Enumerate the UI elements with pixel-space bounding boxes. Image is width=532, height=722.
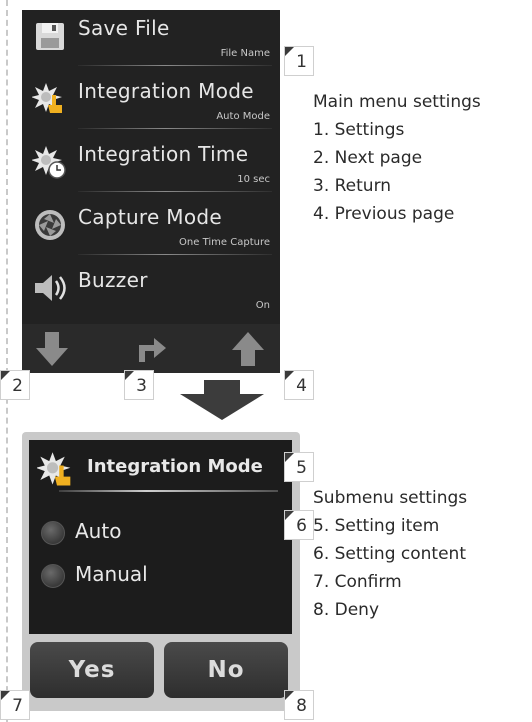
menu-item-buzzer[interactable]: Buzzer On xyxy=(22,262,280,325)
menu-item-integration-time[interactable]: Integration Time 10 sec xyxy=(22,136,280,199)
starburst-clock-icon xyxy=(32,146,66,179)
speaker-icon xyxy=(35,275,66,301)
menu-item-title: Integration Time xyxy=(78,142,249,166)
menu-item-integration-mode[interactable]: Integration Mode Auto Mode xyxy=(22,73,280,136)
submenu-title: Integration Mode xyxy=(87,456,263,477)
description-line: 3. Return xyxy=(313,176,392,196)
return-arrow-icon[interactable] xyxy=(132,330,172,368)
description-line: 4. Previous page xyxy=(313,204,455,224)
radio-button[interactable] xyxy=(41,521,65,545)
description-line: 8. Deny xyxy=(313,600,380,620)
no-button[interactable]: No xyxy=(164,642,288,698)
description-heading: Main menu settings xyxy=(313,92,481,112)
callout-2: 2 xyxy=(0,370,30,400)
description-line: 2. Next page xyxy=(313,148,423,168)
option-label: Manual xyxy=(75,562,148,586)
callout-4: 4 xyxy=(284,370,314,400)
option-manual[interactable]: Manual xyxy=(41,560,241,590)
callout-number: 5 xyxy=(296,458,307,478)
callout-number: 4 xyxy=(296,376,307,396)
menu-item-value: On xyxy=(255,300,270,311)
callout-3: 3 xyxy=(124,370,154,400)
menu-item-title: Buzzer xyxy=(78,268,148,292)
option-label: Auto xyxy=(75,519,122,543)
yes-button[interactable]: Yes xyxy=(30,642,154,698)
starburst-hand-icon xyxy=(37,452,71,486)
callout-number: 8 xyxy=(296,696,307,716)
callout-number: 6 xyxy=(296,516,307,536)
menu-item-value: One Time Capture xyxy=(179,237,270,248)
callout-number: 7 xyxy=(12,696,23,716)
callout-number: 2 xyxy=(12,376,23,396)
description-heading: Submenu settings xyxy=(313,488,468,508)
menu-item-title: Save File xyxy=(78,16,170,40)
option-auto[interactable]: Auto xyxy=(41,517,241,547)
callout-8: 8 xyxy=(284,690,314,720)
callout-number: 1 xyxy=(296,52,307,72)
submenu-description: Submenu settings 5. Setting item 6. Sett… xyxy=(313,484,467,624)
divider xyxy=(59,490,278,492)
description-line: 6. Setting content xyxy=(313,544,466,564)
menu-item-value: 10 sec xyxy=(237,174,270,185)
description-line: 7. Confirm xyxy=(313,572,402,592)
callout-1: 1 xyxy=(284,46,314,76)
description-line: 5. Setting item xyxy=(313,516,440,536)
main-menu-screen: Save File File Name Integration Mode Aut… xyxy=(22,10,280,373)
divider xyxy=(78,128,272,129)
callout-number: 3 xyxy=(136,376,147,396)
main-menu-description: Main menu settings 1. Settings 2. Next p… xyxy=(313,88,481,228)
menu-item-value: File Name xyxy=(220,48,270,59)
menu-item-capture-mode[interactable]: Capture Mode One Time Capture xyxy=(22,199,280,262)
starburst-hand-icon xyxy=(32,83,62,113)
nav-bar xyxy=(22,324,280,373)
submenu-screen: Integration Mode Auto Manual xyxy=(29,440,292,634)
description-line: 1. Settings xyxy=(313,120,405,140)
divider xyxy=(78,191,272,192)
menu-item-title: Integration Mode xyxy=(78,79,254,103)
arrow-up-icon[interactable] xyxy=(228,330,268,368)
divider xyxy=(78,254,272,255)
divider xyxy=(78,65,272,66)
dashed-separator xyxy=(6,0,8,722)
floppy-disk-icon xyxy=(36,23,64,50)
arrow-down-icon xyxy=(180,380,264,420)
callout-5: 5 xyxy=(284,452,314,482)
radio-button[interactable] xyxy=(41,564,65,588)
arrow-down-icon[interactable] xyxy=(32,330,72,368)
callout-7: 7 xyxy=(0,690,30,720)
menu-item-save-file[interactable]: Save File File Name xyxy=(22,10,280,73)
callout-6: 6 xyxy=(284,510,314,540)
aperture-icon xyxy=(35,210,65,240)
menu-item-title: Capture Mode xyxy=(78,205,222,229)
menu-item-value: Auto Mode xyxy=(216,111,270,122)
